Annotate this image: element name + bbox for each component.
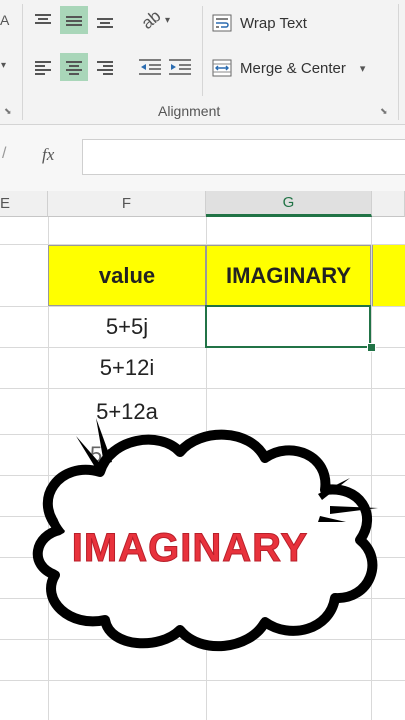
burst-line — [96, 418, 112, 464]
overlay-title: IMAGINARY — [71, 526, 309, 571]
comic-cloud-overlay — [32, 418, 378, 652]
